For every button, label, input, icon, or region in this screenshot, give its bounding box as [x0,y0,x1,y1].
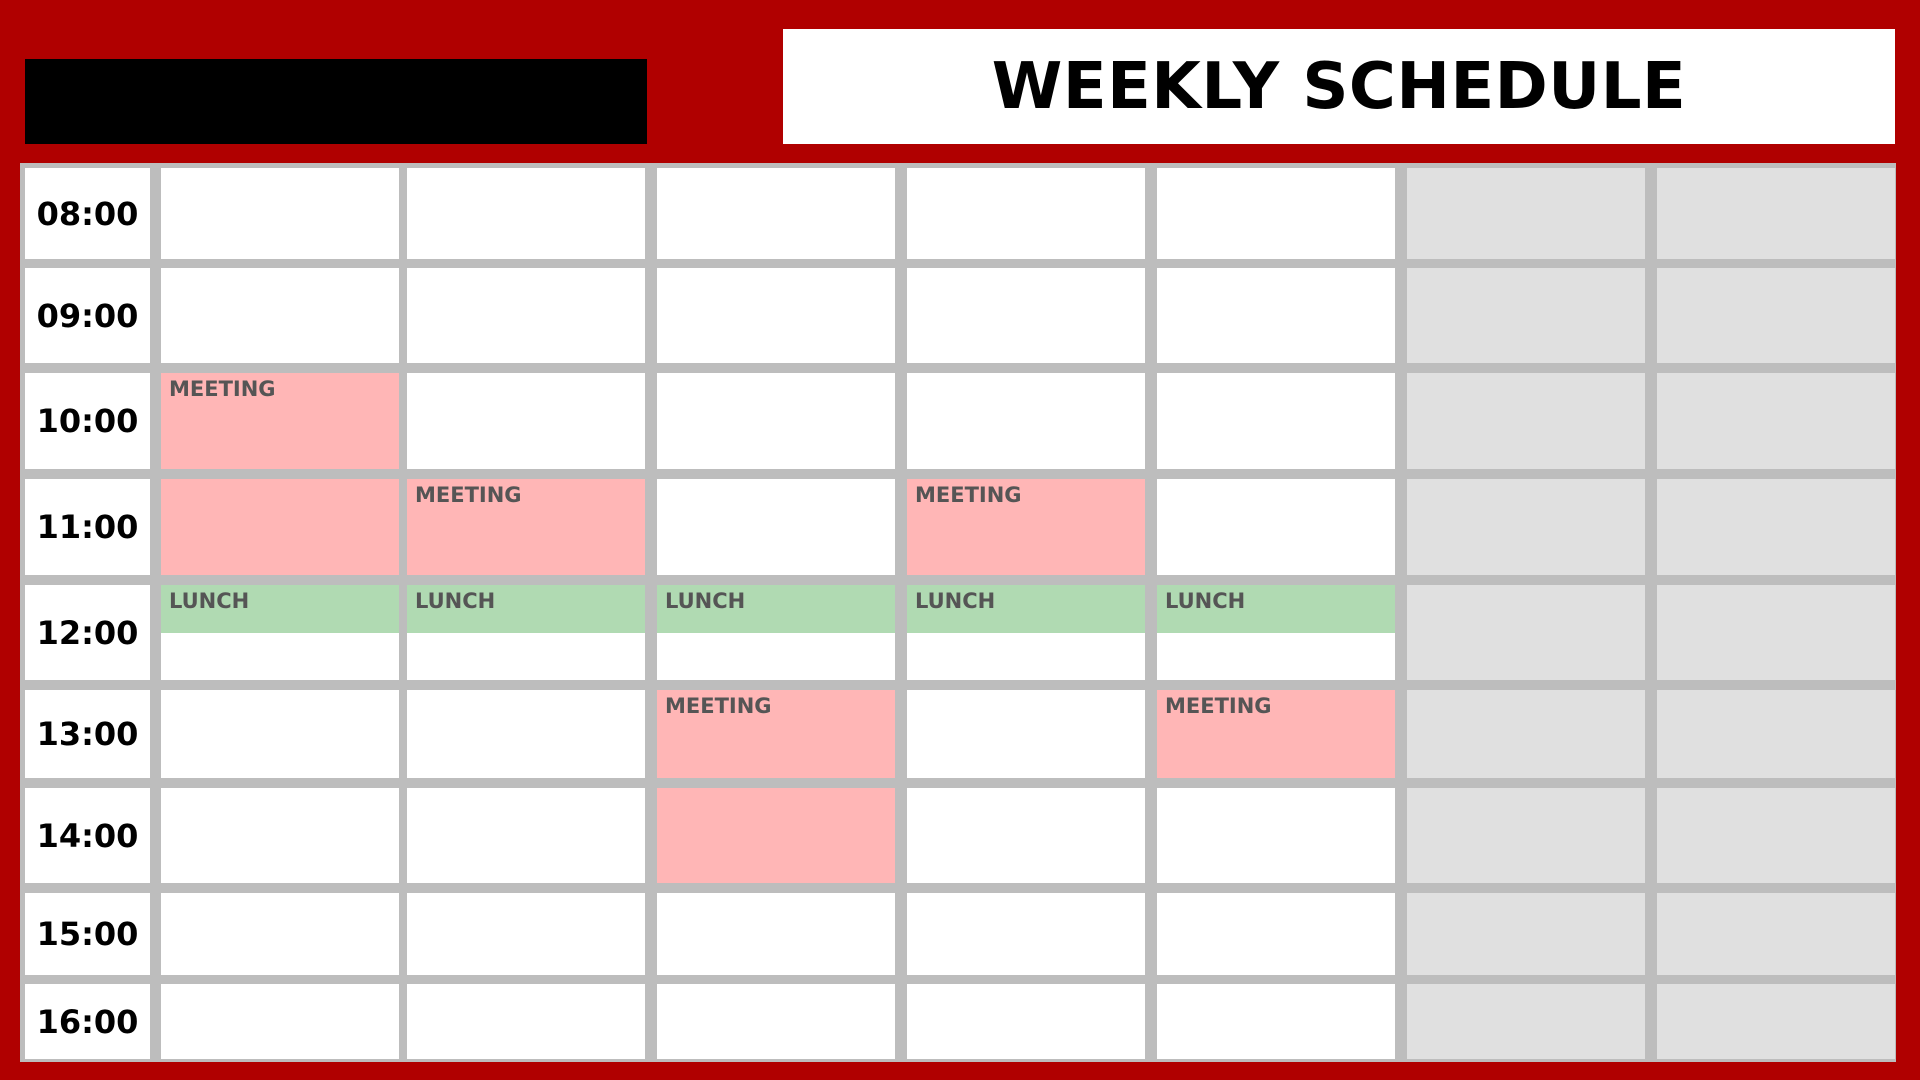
time-slot-1300: 13:00 [25,690,150,778]
time-label: 14:00 [36,816,139,855]
schedule-cell[interactable] [1657,788,1895,883]
lunch-label: LUNCH [915,589,996,613]
schedule-cell[interactable] [1157,479,1395,575]
meeting-label: MEETING [665,694,772,718]
time-slot-1000: 10:00 [25,373,150,469]
schedule-cell[interactable] [1157,268,1395,363]
time-label: 15:00 [36,915,139,953]
schedule-cell[interactable] [407,168,645,259]
meeting-event-block[interactable]: MEETING [161,373,399,469]
meeting-event[interactable]: MEETING [1157,690,1395,778]
time-label: 09:00 [36,296,139,335]
time-slot-1100: 11:00 [25,479,150,575]
lunch-event[interactable]: LUNCH [161,585,399,633]
schedule-cell[interactable] [1657,373,1895,469]
title-panel: WEEKLY SCHEDULE [783,29,1895,144]
time-slot-0900: 09:00 [25,268,150,363]
time-slot-1600: 16:00 [25,984,150,1059]
schedule-cell[interactable] [161,893,399,975]
schedule-cell[interactable] [1657,984,1895,1059]
schedule-cell[interactable] [1407,585,1645,680]
lunch-label: LUNCH [169,589,250,613]
schedule-cell[interactable] [407,268,645,363]
schedule-cell[interactable] [1157,788,1395,883]
schedule-cell[interactable] [907,168,1145,259]
schedule-cell[interactable] [907,690,1145,778]
schedule-cell[interactable] [1157,984,1395,1059]
time-label: 13:00 [36,715,139,753]
schedule-cell[interactable] [657,168,895,259]
schedule-cell[interactable] [657,893,895,975]
meeting-label: MEETING [1165,694,1272,718]
schedule-cell[interactable] [407,690,645,778]
schedule-grid: 08:00 09:00 10:00 11:00 12:00 13:00 14:00 15:00… [20,163,1896,1062]
time-label: 11:00 [36,508,139,546]
meeting-event[interactable]: MEETING [907,479,1145,575]
lunch-event[interactable]: LUNCH [1157,585,1395,633]
schedule-cell[interactable] [907,788,1145,883]
lunch-label: LUNCH [665,589,746,613]
meeting-event-block[interactable]: MEETING [657,690,895,778]
schedule-cell[interactable] [161,268,399,363]
schedule-cell[interactable] [907,893,1145,975]
schedule-cell[interactable] [407,373,645,469]
schedule-cell[interactable] [1407,984,1645,1059]
schedule-cell[interactable] [1157,893,1395,975]
meeting-event-block[interactable] [161,479,399,575]
schedule-cell[interactable] [1407,373,1645,469]
meeting-event[interactable]: MEETING [407,479,645,575]
schedule-cell[interactable] [657,268,895,363]
time-slot-0800: 08:00 [25,168,150,259]
meeting-label: MEETING [169,377,276,401]
time-slot-1200: 12:00 [25,585,150,680]
schedule-cell[interactable] [1407,690,1645,778]
schedule-cell[interactable] [907,268,1145,363]
lunch-label: LUNCH [1165,589,1246,613]
header-black-block [25,59,647,144]
schedule-cell[interactable] [1407,893,1645,975]
lunch-event[interactable]: LUNCH [907,585,1145,633]
meeting-event-block[interactable] [657,788,895,883]
time-label: 08:00 [36,194,139,233]
schedule-cell[interactable] [1657,893,1895,975]
schedule-cell[interactable] [1407,788,1645,883]
schedule-cell[interactable] [907,984,1145,1059]
schedule-cell[interactable] [1657,479,1895,575]
schedule-cell[interactable] [1407,168,1645,259]
schedule-cell[interactable] [1657,168,1895,259]
schedule-cell[interactable] [1407,479,1645,575]
time-label: 16:00 [36,1002,139,1041]
schedule-cell[interactable] [657,984,895,1059]
schedule-cell[interactable] [407,984,645,1059]
lunch-event[interactable]: LUNCH [657,585,895,633]
schedule-cell[interactable] [161,984,399,1059]
schedule-cell[interactable] [1157,168,1395,259]
time-slot-1500: 15:00 [25,893,150,975]
meeting-label: MEETING [915,483,1022,507]
schedule-cell[interactable] [1157,373,1395,469]
schedule-cell[interactable] [407,788,645,883]
page-title: WEEKLY SCHEDULE [991,49,1687,124]
lunch-event[interactable]: LUNCH [407,585,645,633]
time-slot-1400: 14:00 [25,788,150,883]
schedule-cell[interactable] [1657,585,1895,680]
schedule-cell[interactable] [657,479,895,575]
schedule-cell[interactable] [1657,268,1895,363]
schedule-cell[interactable] [907,373,1145,469]
schedule-cell[interactable] [407,893,645,975]
schedule-cell[interactable] [161,690,399,778]
lunch-label: LUNCH [415,589,496,613]
time-label: 12:00 [36,613,139,652]
schedule-cell[interactable] [161,168,399,259]
schedule-cell[interactable] [161,788,399,883]
schedule-cell[interactable] [1407,268,1645,363]
schedule-cell[interactable] [657,373,895,469]
meeting-label: MEETING [415,483,522,507]
time-label: 10:00 [36,402,139,440]
schedule-cell[interactable] [1657,690,1895,778]
